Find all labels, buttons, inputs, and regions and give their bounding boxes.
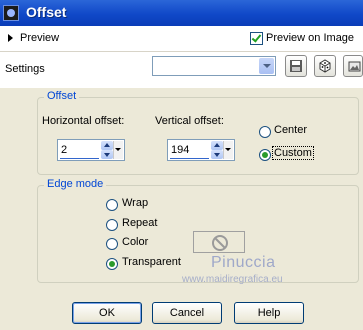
- spinner-underline: [170, 158, 209, 159]
- horizontal-offset-spinner[interactable]: 2: [57, 139, 125, 161]
- watermark-url: www.maidiregrafica.eu: [182, 274, 283, 285]
- save-preset-button[interactable]: [285, 55, 307, 77]
- custom-radio[interactable]: [259, 149, 271, 161]
- transparent-radio[interactable]: [106, 258, 118, 270]
- settings-label: Settings: [5, 63, 45, 75]
- spin-up-icon[interactable]: [211, 141, 223, 150]
- vertical-dropdown-arrow-icon[interactable]: [223, 141, 233, 159]
- horizontal-offset-value[interactable]: 2: [61, 144, 67, 156]
- color-radio[interactable]: [106, 238, 118, 250]
- horizontal-spin-buttons[interactable]: [101, 141, 113, 159]
- repeat-radio[interactable]: [106, 219, 118, 231]
- reset-icon: [348, 61, 361, 72]
- center-radio[interactable]: [259, 126, 271, 138]
- color-label[interactable]: Color: [122, 236, 148, 248]
- settings-preset-dropdown[interactable]: [152, 56, 276, 76]
- window-title: Offset: [26, 4, 67, 20]
- settings-row: Settings: [0, 52, 363, 88]
- spin-down-icon[interactable]: [211, 150, 223, 159]
- dialog-body: Offset Horizontal offset: 2 Vertical off…: [0, 88, 363, 330]
- edge-mode-group-title: Edge mode: [44, 178, 107, 190]
- offset-group: Offset Horizontal offset: 2 Vertical off…: [37, 90, 359, 175]
- horizontal-dropdown-arrow-icon[interactable]: [113, 141, 123, 159]
- randomize-icon: [319, 59, 331, 73]
- spin-down-icon[interactable]: [101, 150, 113, 159]
- chevron-down-icon[interactable]: [259, 58, 274, 74]
- offset-group-title: Offset: [44, 90, 80, 102]
- ok-button[interactable]: OK: [72, 302, 142, 324]
- center-label[interactable]: Center: [274, 124, 307, 136]
- preview-toggle-label[interactable]: Preview: [20, 32, 59, 44]
- expand-preview-arrow-icon[interactable]: [8, 34, 13, 42]
- wrap-radio[interactable]: [106, 199, 118, 211]
- spin-up-icon[interactable]: [101, 141, 113, 150]
- custom-label[interactable]: Custom: [272, 146, 314, 160]
- preview-on-image-label[interactable]: Preview on Image: [266, 32, 354, 44]
- title-bar[interactable]: Offset: [0, 0, 363, 26]
- spinner-underline: [60, 158, 99, 159]
- app-icon[interactable]: [3, 5, 19, 21]
- help-button[interactable]: Help: [234, 302, 304, 324]
- vertical-offset-spinner[interactable]: 194: [167, 139, 235, 161]
- randomize-button[interactable]: [314, 55, 336, 77]
- save-preset-icon: [290, 60, 302, 72]
- vertical-offset-label: Vertical offset:: [155, 115, 224, 127]
- vertical-spin-buttons[interactable]: [211, 141, 223, 159]
- wrap-label[interactable]: Wrap: [122, 197, 148, 209]
- preview-row: Preview Preview on Image: [0, 26, 363, 52]
- cancel-button[interactable]: Cancel: [152, 302, 222, 324]
- watermark-name: Pinuccia: [211, 254, 276, 271]
- transparent-label[interactable]: Transparent: [122, 256, 181, 268]
- preview-on-image-checkbox[interactable]: [250, 32, 263, 45]
- no-color-icon: [212, 235, 228, 251]
- reset-button[interactable]: [343, 55, 363, 77]
- repeat-label[interactable]: Repeat: [122, 217, 157, 229]
- horizontal-offset-label: Horizontal offset:: [42, 115, 125, 127]
- vertical-offset-value[interactable]: 194: [171, 144, 189, 156]
- edge-color-swatch[interactable]: [193, 231, 245, 253]
